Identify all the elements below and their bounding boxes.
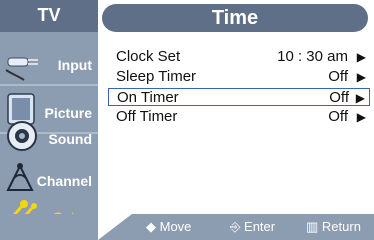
menu-row-value: 10 : 30 am	[277, 48, 348, 65]
sidebar-header: TV	[0, 0, 98, 32]
page-title: Time	[102, 4, 368, 32]
move-hint: ◆ Move	[146, 219, 191, 235]
chevron-right-icon: ▶	[355, 91, 365, 105]
enter-icon: ⎆	[230, 219, 241, 234]
sidebar-item-label: Sound	[48, 131, 92, 147]
return-icon: ▥	[306, 219, 319, 234]
sidebar: TV Input Picture Sound Channel	[0, 0, 98, 240]
move-icon: ◆	[146, 219, 156, 234]
menu-row-label: Sleep Timer	[116, 68, 197, 85]
sidebar-item-sound[interactable]: Sound	[0, 112, 98, 158]
menu-row-value: Off	[328, 68, 348, 85]
return-hint: ▥ Return	[306, 219, 361, 235]
help-bar: ◆ Move ⎆ Enter ▥ Return	[0, 214, 374, 240]
menu-row-value: Off	[329, 89, 349, 106]
menu-row-value: Off	[328, 108, 348, 125]
chevron-right-icon: ▶	[356, 50, 366, 64]
menu-row-on-timer[interactable]: On Timer Off ▶	[108, 88, 370, 106]
enter-label: Enter	[244, 219, 276, 234]
sidebar-item-label: Channel	[36, 173, 92, 189]
menu-row-sleep-timer[interactable]: Sleep Timer Off ▶	[108, 68, 370, 86]
menu-row-label: Off Timer	[116, 108, 178, 125]
menu-row-off-timer[interactable]: Off Timer Off ▶	[108, 108, 370, 126]
help-bar-wedge	[98, 214, 132, 240]
input-plug-icon	[5, 57, 38, 81]
tv-osd-screen: TV Input Picture Sound Channel Time Cloc…	[0, 0, 374, 240]
menu-row-clock-set[interactable]: Clock Set 10 : 30 am ▶	[108, 48, 370, 66]
move-label: Move	[159, 219, 192, 234]
sound-speaker-icon	[7, 121, 37, 151]
menu-row-label: On Timer	[117, 89, 179, 106]
menu-row-label: Clock Set	[116, 48, 181, 65]
chevron-right-icon: ▶	[356, 110, 366, 124]
sidebar-item-input[interactable]: Input	[0, 38, 98, 84]
enter-hint: ⎆ Enter	[230, 219, 275, 235]
sidebar-item-label: Input	[57, 57, 92, 73]
return-label: Return	[321, 219, 361, 234]
chevron-right-icon: ▶	[356, 70, 366, 84]
